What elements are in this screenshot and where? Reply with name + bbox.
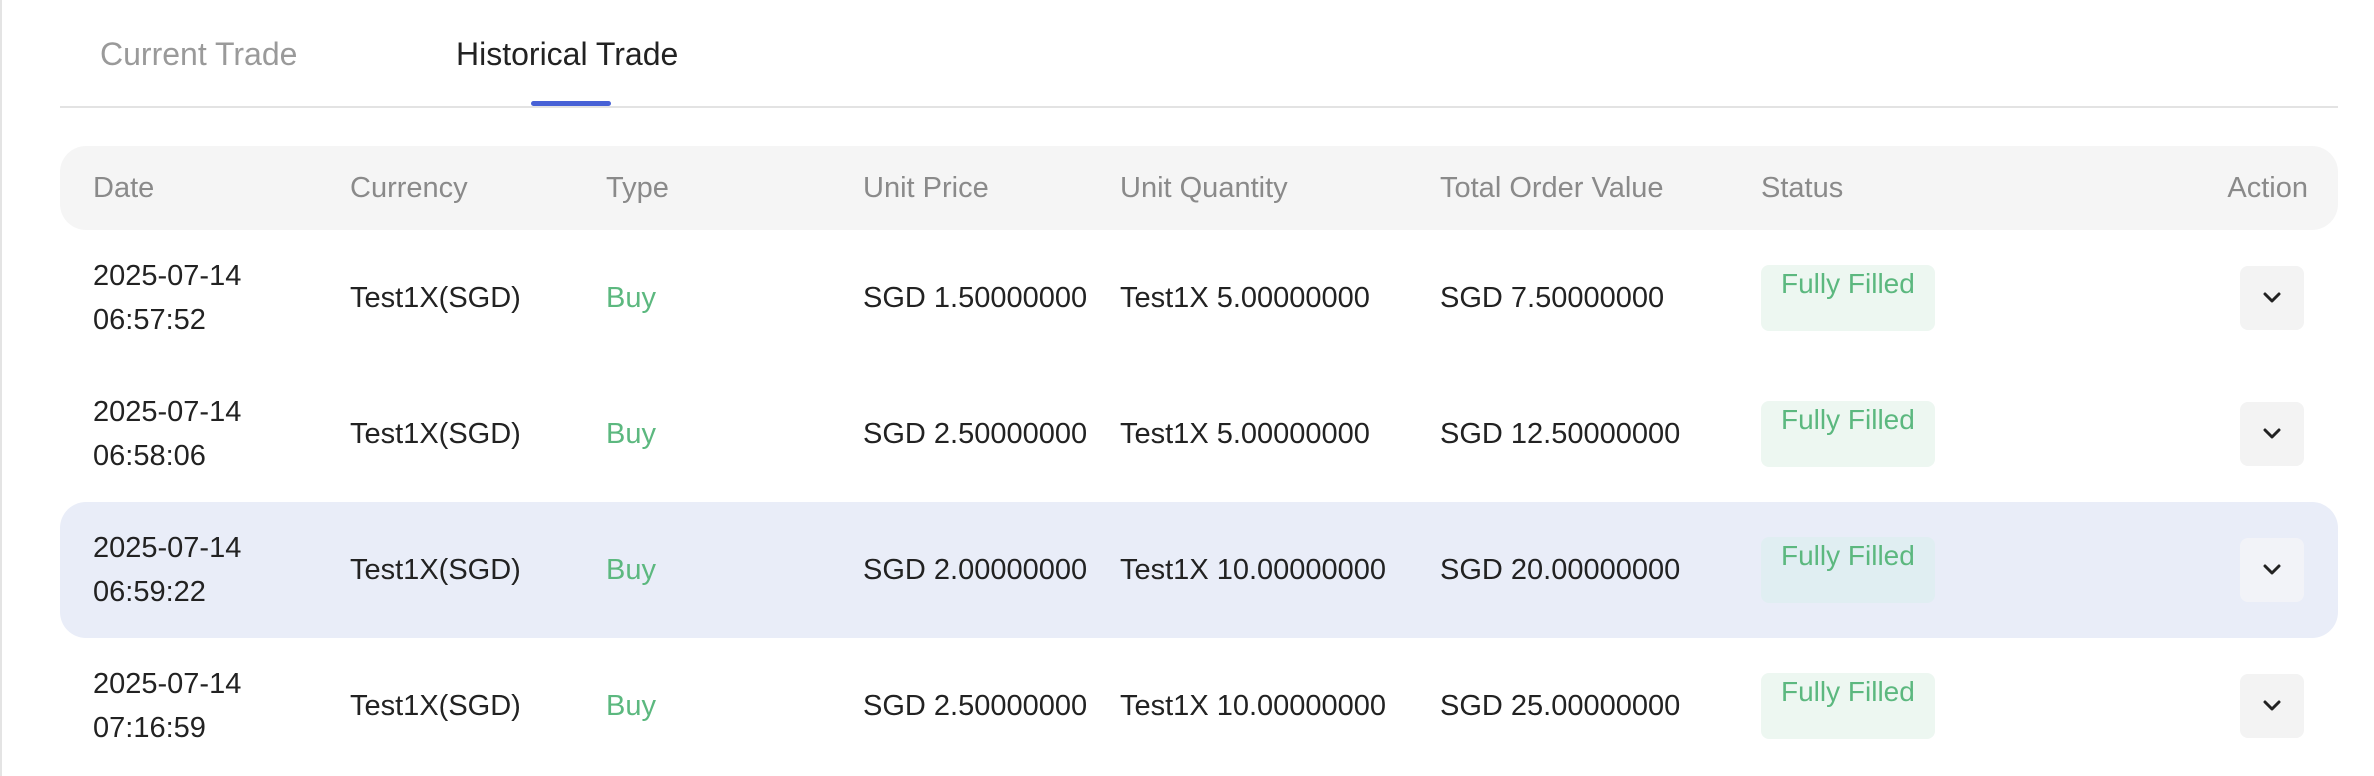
cell-unit-quantity: Test1X 5.00000000 bbox=[1120, 281, 1370, 314]
cell-unit-price: SGD 2.00000000 bbox=[863, 553, 1088, 586]
cell-total-order-value: SGD 20.00000000 bbox=[1440, 553, 1681, 586]
cell-unit-price: SGD 1.50000000 bbox=[863, 281, 1088, 314]
header-date: Date bbox=[93, 172, 155, 204]
cell-currency: Test1X(SGD) bbox=[350, 553, 521, 586]
table-body: 2025-07-14 06:57:52 Test1X(SGD) Buy SGD … bbox=[60, 230, 2338, 774]
cell-currency: Test1X(SGD) bbox=[350, 417, 521, 450]
expand-row-button[interactable] bbox=[2240, 674, 2304, 738]
tab-historical-trade[interactable]: Historical Trade bbox=[456, 36, 678, 73]
cell-type: Buy bbox=[606, 689, 656, 722]
table-row[interactable]: 2025-07-14 06:57:52 Test1X(SGD) Buy SGD … bbox=[60, 230, 2338, 366]
header-type: Type bbox=[606, 172, 669, 204]
cell-status: Fully Filled bbox=[1761, 366, 1935, 502]
chevron-down-icon bbox=[2263, 292, 2281, 304]
cell-action bbox=[2240, 638, 2304, 774]
cell-total-order-value: SGD 7.50000000 bbox=[1440, 281, 1665, 314]
chevron-down-icon bbox=[2263, 428, 2281, 440]
cell-action bbox=[2240, 366, 2304, 502]
cell-action bbox=[2240, 230, 2304, 366]
header-total-order-value: Total Order Value bbox=[1440, 172, 1664, 204]
cell-total-order-value: SGD 12.50000000 bbox=[1440, 417, 1681, 450]
trade-table: Date Currency Type Unit Price Unit Quant… bbox=[60, 146, 2338, 774]
status-badge: Fully Filled bbox=[1761, 537, 1935, 603]
table-header: Date Currency Type Unit Price Unit Quant… bbox=[60, 146, 2338, 230]
status-badge: Fully Filled bbox=[1761, 401, 1935, 467]
table-row[interactable]: 2025-07-14 06:59:22 Test1X(SGD) Buy SGD … bbox=[60, 502, 2338, 638]
chevron-down-icon bbox=[2263, 700, 2281, 712]
cell-unit-quantity: Test1X 10.00000000 bbox=[1120, 553, 1387, 586]
header-action: Action bbox=[2227, 172, 2308, 204]
cell-action bbox=[2240, 502, 2304, 638]
table-row[interactable]: 2025-07-14 07:16:59 Test1X(SGD) Buy SGD … bbox=[60, 638, 2338, 774]
expand-row-button[interactable] bbox=[2240, 538, 2304, 602]
cell-status: Fully Filled bbox=[1761, 502, 1935, 638]
cell-currency: Test1X(SGD) bbox=[350, 689, 521, 722]
cell-date: 2025-07-14 06:58:06 bbox=[93, 396, 242, 472]
header-unit-price: Unit Price bbox=[863, 172, 989, 204]
cell-unit-price: SGD 2.50000000 bbox=[863, 689, 1088, 722]
chevron-down-icon bbox=[2263, 564, 2281, 576]
table-row[interactable]: 2025-07-14 06:58:06 Test1X(SGD) Buy SGD … bbox=[60, 366, 2338, 502]
cell-date: 2025-07-14 06:57:52 bbox=[93, 260, 242, 336]
page-left-border bbox=[0, 0, 2, 776]
cell-currency: Test1X(SGD) bbox=[350, 281, 521, 314]
status-badge: Fully Filled bbox=[1761, 265, 1935, 331]
header-status: Status bbox=[1761, 172, 1844, 204]
status-badge: Fully Filled bbox=[1761, 673, 1935, 739]
header-currency: Currency bbox=[350, 172, 468, 204]
expand-row-button[interactable] bbox=[2240, 266, 2304, 330]
cell-date: 2025-07-14 07:16:59 bbox=[93, 668, 242, 744]
tab-current-trade[interactable]: Current Trade bbox=[100, 36, 297, 73]
cell-unit-quantity: Test1X 5.00000000 bbox=[1120, 417, 1370, 450]
cell-status: Fully Filled bbox=[1761, 638, 1935, 774]
cell-unit-quantity: Test1X 10.00000000 bbox=[1120, 689, 1387, 722]
cell-status: Fully Filled bbox=[1761, 230, 1935, 366]
historical-trade-page: Current Trade Historical Trade Date Curr… bbox=[0, 0, 2374, 776]
active-tab-indicator bbox=[531, 101, 611, 106]
cell-total-order-value: SGD 25.00000000 bbox=[1440, 689, 1681, 722]
cell-type: Buy bbox=[606, 553, 656, 586]
cell-type: Buy bbox=[606, 281, 656, 314]
header-unit-quantity: Unit Quantity bbox=[1120, 172, 1288, 204]
trade-tabs: Current Trade Historical Trade bbox=[60, 0, 2338, 108]
cell-type: Buy bbox=[606, 417, 656, 450]
cell-date: 2025-07-14 06:59:22 bbox=[93, 532, 242, 608]
cell-unit-price: SGD 2.50000000 bbox=[863, 417, 1088, 450]
expand-row-button[interactable] bbox=[2240, 402, 2304, 466]
